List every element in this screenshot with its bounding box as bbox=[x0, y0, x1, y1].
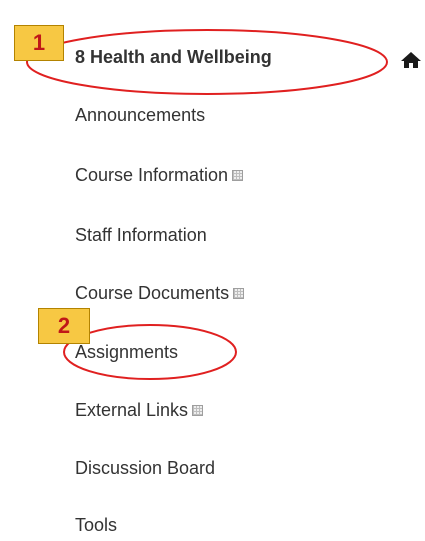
menu-item-discussion-board[interactable]: Discussion Board bbox=[75, 457, 215, 479]
menu-item-assignments[interactable]: Assignments bbox=[75, 341, 178, 363]
annotation-badge-2: 2 bbox=[38, 308, 90, 344]
home-icon[interactable] bbox=[400, 51, 422, 69]
menu-item-label: Staff Information bbox=[75, 224, 207, 245]
menu-item-staff-information[interactable]: Staff Information bbox=[75, 224, 207, 246]
menu-item-label: Tools bbox=[75, 514, 118, 535]
menu-item-label: Assignments bbox=[75, 341, 179, 362]
menu-item-announcements[interactable]: Announcements bbox=[75, 104, 205, 126]
annotation-badge-1: 1 bbox=[14, 25, 64, 61]
menu-item-tools[interactable]: Tools bbox=[75, 514, 117, 536]
content-folder-icon bbox=[233, 287, 245, 299]
menu-item-label: Announcements bbox=[75, 104, 206, 125]
menu-item-course-documents[interactable]: Course Documents bbox=[75, 282, 245, 304]
course-title[interactable]: 8 Health and Wellbeing bbox=[75, 47, 272, 68]
menu-item-label: Course Documents bbox=[75, 282, 230, 303]
content-folder-icon bbox=[232, 169, 244, 181]
menu-item-label: Course Information bbox=[75, 164, 229, 185]
menu-item-course-information[interactable]: Course Information bbox=[75, 164, 244, 186]
content-folder-icon bbox=[192, 404, 204, 416]
menu-item-external-links[interactable]: External Links bbox=[75, 399, 204, 421]
menu-item-label: Discussion Board bbox=[75, 457, 216, 478]
menu-item-label: External Links bbox=[75, 399, 189, 420]
